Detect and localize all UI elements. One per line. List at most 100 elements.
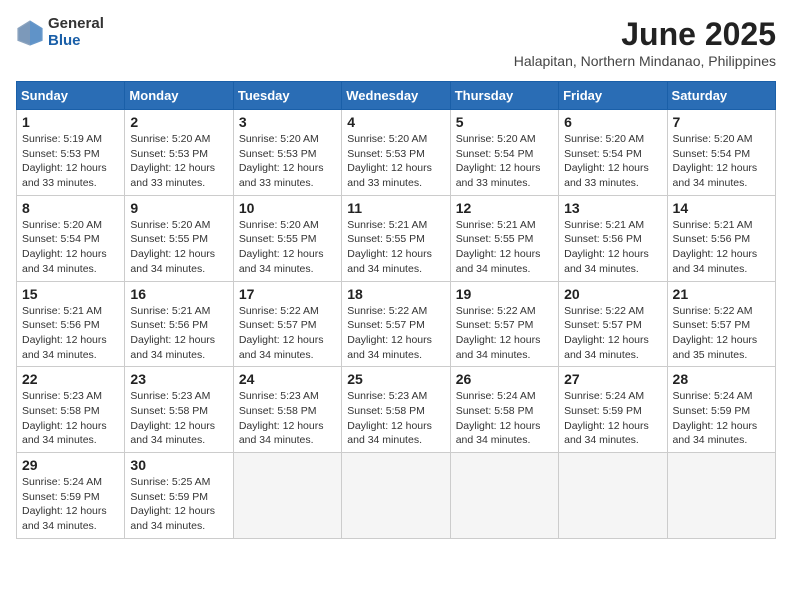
table-row: 30 Sunrise: 5:25 AMSunset: 5:59 PMDayligh…: [125, 453, 233, 539]
day-info: Sunrise: 5:21 AMSunset: 5:56 PMDaylight:…: [130, 304, 227, 363]
day-number: 8: [22, 200, 119, 216]
day-info: Sunrise: 5:20 AMSunset: 5:53 PMDaylight:…: [347, 132, 444, 191]
table-row: 29 Sunrise: 5:24 AMSunset: 5:59 PMDayligh…: [17, 453, 125, 539]
day-number: 29: [22, 457, 119, 473]
day-info: Sunrise: 5:23 AMSunset: 5:58 PMDaylight:…: [239, 389, 336, 448]
table-row: 23Sunrise: 5:23 AMSunset: 5:58 PMDayligh…: [125, 367, 233, 453]
day-number: 3: [239, 114, 336, 130]
location-subtitle: Halapitan, Northern Mindanao, Philippine…: [514, 53, 776, 69]
page-header: General Blue June 2025 Halapitan, Northe…: [16, 16, 776, 69]
month-title: June 2025: [514, 16, 776, 53]
table-row: 8 Sunrise: 5:20 AMSunset: 5:54 PMDaylight…: [17, 195, 125, 281]
table-row: 14 Sunrise: 5:21 AMSunset: 5:56 PMDayligh…: [667, 195, 775, 281]
day-info: Sunrise: 5:22 AMSunset: 5:57 PMDaylight:…: [673, 304, 770, 363]
table-row: [667, 453, 775, 539]
day-info: Sunrise: 5:20 AMSunset: 5:54 PMDaylight:…: [456, 132, 553, 191]
day-info: Sunrise: 5:22 AMSunset: 5:57 PMDaylight:…: [239, 304, 336, 363]
day-number: 13: [564, 200, 661, 216]
day-info: Sunrise: 5:22 AMSunset: 5:57 PMDaylight:…: [456, 304, 553, 363]
day-number: 5: [456, 114, 553, 130]
table-row: 5 Sunrise: 5:20 AMSunset: 5:54 PMDaylight…: [450, 110, 558, 196]
day-number: 22: [22, 371, 119, 387]
day-number: 20: [564, 286, 661, 302]
day-number: 25: [347, 371, 444, 387]
day-info: Sunrise: 5:20 AMSunset: 5:54 PMDaylight:…: [22, 218, 119, 277]
col-saturday: Saturday: [667, 82, 775, 110]
table-row: 25 Sunrise: 5:23 AMSunset: 5:58 PMDayligh…: [342, 367, 450, 453]
table-row: 27 Sunrise: 5:24 AMSunset: 5:59 PMDayligh…: [559, 367, 667, 453]
calendar-week-row: 15 Sunrise: 5:21 AMSunset: 5:56 PMDayligh…: [17, 281, 776, 367]
table-row: 17 Sunrise: 5:22 AMSunset: 5:57 PMDayligh…: [233, 281, 341, 367]
table-row: 13 Sunrise: 5:21 AMSunset: 5:56 PMDayligh…: [559, 195, 667, 281]
day-number: 1: [22, 114, 119, 130]
title-area: June 2025 Halapitan, Northern Mindanao, …: [514, 16, 776, 69]
day-number: 7: [673, 114, 770, 130]
day-number: 10: [239, 200, 336, 216]
logo-icon: [16, 19, 44, 47]
table-row: 18Sunrise: 5:22 AMSunset: 5:57 PMDayligh…: [342, 281, 450, 367]
day-info: Sunrise: 5:19 AMSunset: 5:53 PMDaylight:…: [22, 132, 119, 191]
col-sunday: Sunday: [17, 82, 125, 110]
day-number: 27: [564, 371, 661, 387]
table-row: 20Sunrise: 5:22 AMSunset: 5:57 PMDayligh…: [559, 281, 667, 367]
table-row: 10 Sunrise: 5:20 AMSunset: 5:55 PMDayligh…: [233, 195, 341, 281]
day-number: 12: [456, 200, 553, 216]
day-number: 2: [130, 114, 227, 130]
day-number: 28: [673, 371, 770, 387]
day-number: 14: [673, 200, 770, 216]
table-row: 9 Sunrise: 5:20 AMSunset: 5:55 PMDaylight…: [125, 195, 233, 281]
day-number: 11: [347, 200, 444, 216]
table-row: 12Sunrise: 5:21 AMSunset: 5:55 PMDayligh…: [450, 195, 558, 281]
col-friday: Friday: [559, 82, 667, 110]
table-row: 1 Sunrise: 5:19 AMSunset: 5:53 PMDaylight…: [17, 110, 125, 196]
calendar-week-row: 29 Sunrise: 5:24 AMSunset: 5:59 PMDayligh…: [17, 453, 776, 539]
table-row: [233, 453, 341, 539]
table-row: [559, 453, 667, 539]
table-row: 11 Sunrise: 5:21 AMSunset: 5:55 PMDayligh…: [342, 195, 450, 281]
day-info: Sunrise: 5:24 AMSunset: 5:58 PMDaylight:…: [456, 389, 553, 448]
day-info: Sunrise: 5:25 AMSunset: 5:59 PMDaylight:…: [130, 475, 227, 534]
day-number: 16: [130, 286, 227, 302]
day-info: Sunrise: 5:20 AMSunset: 5:54 PMDaylight:…: [564, 132, 661, 191]
day-number: 21: [673, 286, 770, 302]
day-info: Sunrise: 5:20 AMSunset: 5:53 PMDaylight:…: [130, 132, 227, 191]
table-row: 7Sunrise: 5:20 AMSunset: 5:54 PMDaylight…: [667, 110, 775, 196]
col-thursday: Thursday: [450, 82, 558, 110]
day-number: 18: [347, 286, 444, 302]
col-wednesday: Wednesday: [342, 82, 450, 110]
day-info: Sunrise: 5:21 AMSunset: 5:56 PMDaylight:…: [673, 218, 770, 277]
calendar-table: Sunday Monday Tuesday Wednesday Thursday…: [16, 81, 776, 539]
day-info: Sunrise: 5:24 AMSunset: 5:59 PMDaylight:…: [22, 475, 119, 534]
day-number: 9: [130, 200, 227, 216]
table-row: 19Sunrise: 5:22 AMSunset: 5:57 PMDayligh…: [450, 281, 558, 367]
day-number: 17: [239, 286, 336, 302]
table-row: [342, 453, 450, 539]
day-number: 24: [239, 371, 336, 387]
day-info: Sunrise: 5:21 AMSunset: 5:56 PMDaylight:…: [22, 304, 119, 363]
table-row: 26 Sunrise: 5:24 AMSunset: 5:58 PMDayligh…: [450, 367, 558, 453]
day-info: Sunrise: 5:20 AMSunset: 5:55 PMDaylight:…: [239, 218, 336, 277]
logo-blue: Blue: [48, 33, 104, 50]
calendar-week-row: 1 Sunrise: 5:19 AMSunset: 5:53 PMDaylight…: [17, 110, 776, 196]
table-row: 24 Sunrise: 5:23 AMSunset: 5:58 PMDayligh…: [233, 367, 341, 453]
day-number: 15: [22, 286, 119, 302]
day-info: Sunrise: 5:20 AMSunset: 5:55 PMDaylight:…: [130, 218, 227, 277]
logo-text: General Blue: [48, 16, 104, 49]
logo-general: General: [48, 16, 104, 33]
day-number: 26: [456, 371, 553, 387]
table-row: 16 Sunrise: 5:21 AMSunset: 5:56 PMDayligh…: [125, 281, 233, 367]
day-info: Sunrise: 5:24 AMSunset: 5:59 PMDaylight:…: [564, 389, 661, 448]
day-info: Sunrise: 5:23 AMSunset: 5:58 PMDaylight:…: [347, 389, 444, 448]
day-info: Sunrise: 5:21 AMSunset: 5:56 PMDaylight:…: [564, 218, 661, 277]
table-row: 22Sunrise: 5:23 AMSunset: 5:58 PMDayligh…: [17, 367, 125, 453]
day-number: 30: [130, 457, 227, 473]
logo: General Blue: [16, 16, 104, 49]
table-row: 21 Sunrise: 5:22 AMSunset: 5:57 PMDayligh…: [667, 281, 775, 367]
day-info: Sunrise: 5:21 AMSunset: 5:55 PMDaylight:…: [347, 218, 444, 277]
table-row: 2 Sunrise: 5:20 AMSunset: 5:53 PMDaylight…: [125, 110, 233, 196]
table-row: 3Sunrise: 5:20 AMSunset: 5:53 PMDaylight…: [233, 110, 341, 196]
day-number: 4: [347, 114, 444, 130]
table-row: [450, 453, 558, 539]
calendar-week-row: 22 Sunrise: 5:23 AMSunset: 5:58 PMDayligh…: [17, 367, 776, 453]
table-row: 28Sunrise: 5:24 AMSunset: 5:59 PMDayligh…: [667, 367, 775, 453]
